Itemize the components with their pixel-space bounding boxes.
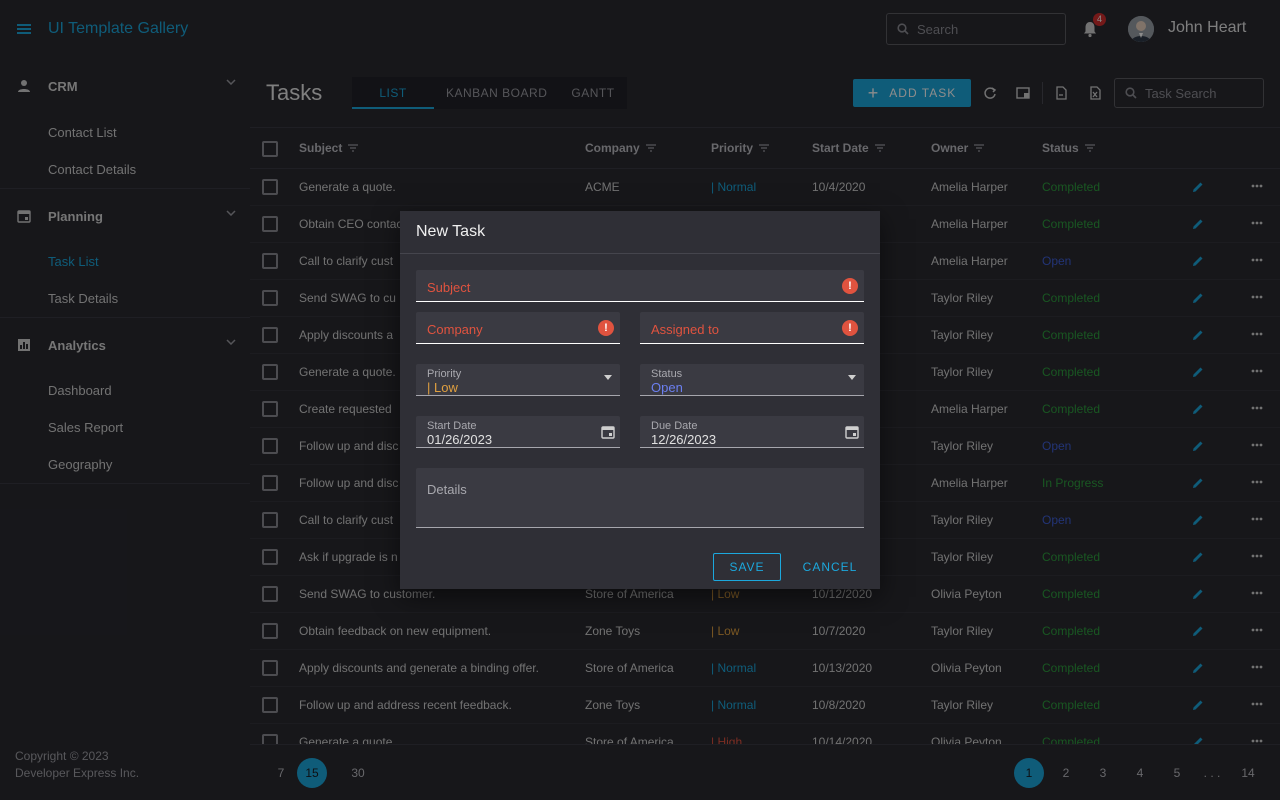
new-task-dialog: New Task Subject ! Company ! Assigned to… xyxy=(400,211,880,589)
due-date-value: 12/26/2023 xyxy=(651,432,717,447)
calendar-icon[interactable] xyxy=(600,424,616,440)
status-label: Status xyxy=(651,368,683,380)
start-date-label: Start Date xyxy=(427,420,477,432)
details-textarea[interactable]: Details xyxy=(416,468,864,528)
subject-field[interactable]: Subject ! xyxy=(416,270,864,302)
save-button[interactable]: SAVE xyxy=(713,553,781,581)
error-icon: ! xyxy=(598,320,614,336)
dialog-divider xyxy=(400,253,880,254)
dropdown-arrow-icon xyxy=(848,375,856,380)
error-icon: ! xyxy=(842,278,858,294)
company-placeholder: Company xyxy=(427,322,483,337)
dropdown-arrow-icon xyxy=(604,375,612,380)
dialog-title: New Task xyxy=(416,223,486,240)
start-date-value: 01/26/2023 xyxy=(427,432,493,447)
subject-placeholder: Subject xyxy=(427,280,471,295)
details-placeholder: Details xyxy=(427,482,467,497)
assigned-to-field[interactable]: Assigned to ! xyxy=(640,312,864,344)
priority-label: Priority xyxy=(427,368,462,380)
error-icon: ! xyxy=(842,320,858,336)
due-date-field[interactable]: Due Date 12/26/2023 xyxy=(640,416,864,448)
start-date-field[interactable]: Start Date 01/26/2023 xyxy=(416,416,620,448)
assigned-to-placeholder: Assigned to xyxy=(651,322,719,337)
priority-value: | Low xyxy=(427,380,458,395)
due-date-label: Due Date xyxy=(651,420,698,432)
calendar-icon[interactable] xyxy=(844,424,860,440)
priority-select[interactable]: Priority | Low xyxy=(416,364,620,396)
company-field[interactable]: Company ! xyxy=(416,312,620,344)
status-value: Open xyxy=(651,380,683,395)
cancel-button[interactable]: CANCEL xyxy=(800,553,860,581)
status-select[interactable]: Status Open xyxy=(640,364,864,396)
